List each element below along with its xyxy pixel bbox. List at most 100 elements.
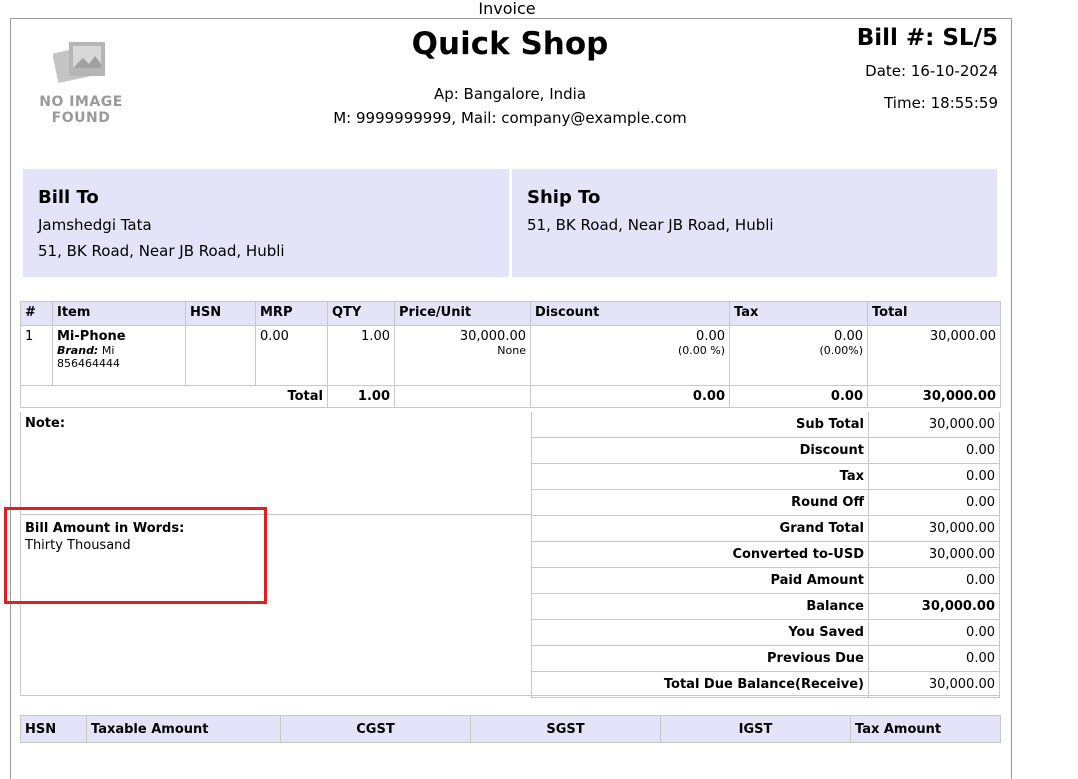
col-header-tax: Tax bbox=[729, 301, 868, 326]
summary-label: Converted to-USD bbox=[531, 541, 869, 568]
summary-value: 0.00 bbox=[868, 489, 1000, 516]
summary-value: 0.00 bbox=[868, 567, 1000, 594]
total-tax: 0.00 bbox=[729, 385, 868, 408]
col-header-total: Total bbox=[867, 301, 1001, 326]
col-header-mrp: MRP bbox=[255, 301, 328, 326]
bill-to-name: Jamshedgi Tata bbox=[38, 216, 152, 234]
summary-label: Sub Total bbox=[531, 412, 869, 438]
tax-table: HSN Taxable Amount CGST SGST IGST Tax Am… bbox=[20, 715, 1001, 743]
summary-label: Paid Amount bbox=[531, 567, 869, 594]
summary-label: Grand Total bbox=[531, 515, 869, 542]
tax-header-row: HSN Taxable Amount CGST SGST IGST Tax Am… bbox=[20, 715, 1001, 743]
summary-row: Paid Amount 0.00 bbox=[531, 567, 1000, 594]
item-brand: Mi bbox=[98, 344, 115, 357]
table-row: 1 Mi-Phone Brand: Mi 856464444 0.00 1.00… bbox=[20, 325, 1001, 386]
summary-label: You Saved bbox=[531, 619, 869, 646]
item-discount-cell: 0.00 (0.00 %) bbox=[530, 325, 730, 386]
summary-value: 0.00 bbox=[868, 619, 1000, 646]
summary-row: Sub Total 30,000.00 bbox=[531, 412, 1000, 438]
item-discount-pct: (0.00 %) bbox=[677, 344, 725, 357]
summary-row: Grand Total 30,000.00 bbox=[531, 515, 1000, 542]
shop-contact: M: 9999999999, Mail: company@example.com bbox=[333, 109, 687, 127]
summary-row: Round Off 0.00 bbox=[531, 489, 1000, 516]
summary-label: Total Due Balance(Receive) bbox=[531, 671, 869, 698]
no-image-line1: NO IMAGE bbox=[39, 94, 123, 110]
summary-row: Discount 0.00 bbox=[531, 437, 1000, 464]
summary-table: Sub Total 30,000.00 Discount 0.00 Tax 0.00 Rou… bbox=[531, 412, 1000, 698]
item-brand-label: Brand: bbox=[57, 344, 99, 357]
tax-col-sgst: SGST bbox=[470, 715, 661, 743]
item-name: Mi-Phone bbox=[57, 329, 126, 344]
item-hsn bbox=[185, 325, 256, 386]
summary-value: 0.00 bbox=[868, 437, 1000, 464]
bill-to-address: 51, BK Road, Near JB Road, Hubli bbox=[38, 242, 285, 260]
col-header-hsn: HSN bbox=[185, 301, 256, 326]
tax-col-igst: IGST bbox=[660, 715, 851, 743]
total-price-empty bbox=[394, 385, 531, 408]
bill-number: Bill #: SL/5 bbox=[856, 25, 998, 51]
item-no: 1 bbox=[20, 325, 53, 386]
shop-address: Ap: Bangalore, India bbox=[433, 85, 587, 103]
items-table: # Item HSN MRP QTY Price/Unit Discount T… bbox=[20, 301, 1001, 408]
summary-label: Discount bbox=[531, 437, 869, 464]
summary-label: Round Off bbox=[531, 489, 869, 516]
summary-value: 30,000.00 bbox=[868, 671, 1000, 698]
summary-row: Total Due Balance(Receive) 30,000.00 bbox=[531, 671, 1000, 698]
bill-to-panel: Bill To Jamshedgi Tata 51, BK Road, Near… bbox=[23, 169, 509, 277]
item-price-cell: 30,000.00 None bbox=[394, 325, 531, 386]
item-total: 30,000.00 bbox=[867, 325, 1001, 386]
summary-label: Previous Due bbox=[531, 645, 869, 672]
ship-to-address: 51, BK Road, Near JB Road, Hubli bbox=[527, 216, 774, 234]
total-qty: 1.00 bbox=[327, 385, 395, 408]
item-code: 856464444 bbox=[57, 357, 120, 370]
grand-items-total: 30,000.00 bbox=[867, 385, 1001, 408]
item-tax: 0.00 bbox=[834, 329, 863, 344]
bill-date: Date: 16-10-2024 bbox=[865, 62, 998, 80]
note-label: Note: bbox=[25, 416, 66, 431]
ship-to-heading: Ship To bbox=[527, 187, 601, 208]
item-mrp: 0.00 bbox=[255, 325, 328, 386]
tax-col-cgst: CGST bbox=[280, 715, 471, 743]
summary-row: Tax 0.00 bbox=[531, 463, 1000, 490]
total-discount: 0.00 bbox=[530, 385, 730, 408]
col-header-qty: QTY bbox=[327, 301, 395, 326]
col-header-item: Item bbox=[52, 301, 186, 326]
summary-value: 0.00 bbox=[868, 463, 1000, 490]
items-total-row: Total 1.00 0.00 0.00 30,000.00 bbox=[20, 385, 1001, 408]
summary-value: 30,000.00 bbox=[868, 412, 1000, 438]
image-placeholder-icon bbox=[52, 38, 109, 88]
item-tax-pct: (0.00%) bbox=[819, 344, 863, 357]
item-cell: Mi-Phone Brand: Mi 856464444 bbox=[52, 325, 186, 386]
summary-row: Converted to-USD 30,000.00 bbox=[531, 541, 1000, 568]
total-label: Total bbox=[20, 385, 328, 408]
item-price: 30,000.00 bbox=[459, 329, 526, 344]
tax-col-amount: Tax Amount bbox=[850, 715, 1001, 743]
summary-value: 30,000.00 bbox=[868, 593, 1000, 620]
summary-value: 30,000.00 bbox=[868, 515, 1000, 542]
no-image-line2: FOUND bbox=[51, 110, 111, 126]
summary-label: Tax bbox=[531, 463, 869, 490]
bill-to-heading: Bill To bbox=[38, 187, 99, 208]
logo-placeholder: NO IMAGE FOUND bbox=[31, 38, 131, 133]
col-header-price: Price/Unit bbox=[394, 301, 531, 326]
highlight-box bbox=[4, 507, 267, 604]
col-header-discount: Discount bbox=[530, 301, 730, 326]
summary-row: You Saved 0.00 bbox=[531, 619, 1000, 646]
summary-row: Balance 30,000.00 bbox=[531, 593, 1000, 620]
summary-value: 30,000.00 bbox=[868, 541, 1000, 568]
item-qty: 1.00 bbox=[327, 325, 395, 386]
window-title: Invoice bbox=[478, 0, 536, 18]
tax-col-hsn: HSN bbox=[20, 715, 87, 743]
item-tax-cell: 0.00 (0.00%) bbox=[729, 325, 868, 386]
summary-row: Previous Due 0.00 bbox=[531, 645, 1000, 672]
shop-name: Quick Shop bbox=[411, 26, 609, 62]
item-discount: 0.00 bbox=[696, 329, 725, 344]
summary-value: 0.00 bbox=[868, 645, 1000, 672]
tax-col-taxable: Taxable Amount bbox=[86, 715, 281, 743]
bill-time: Time: 18:55:59 bbox=[884, 94, 998, 112]
item-price-note: None bbox=[497, 344, 526, 357]
summary-label: Balance bbox=[531, 593, 869, 620]
items-header-row: # Item HSN MRP QTY Price/Unit Discount T… bbox=[20, 301, 1001, 326]
col-header-no: # bbox=[20, 301, 53, 326]
ship-to-panel: Ship To 51, BK Road, Near JB Road, Hubli bbox=[512, 169, 997, 277]
